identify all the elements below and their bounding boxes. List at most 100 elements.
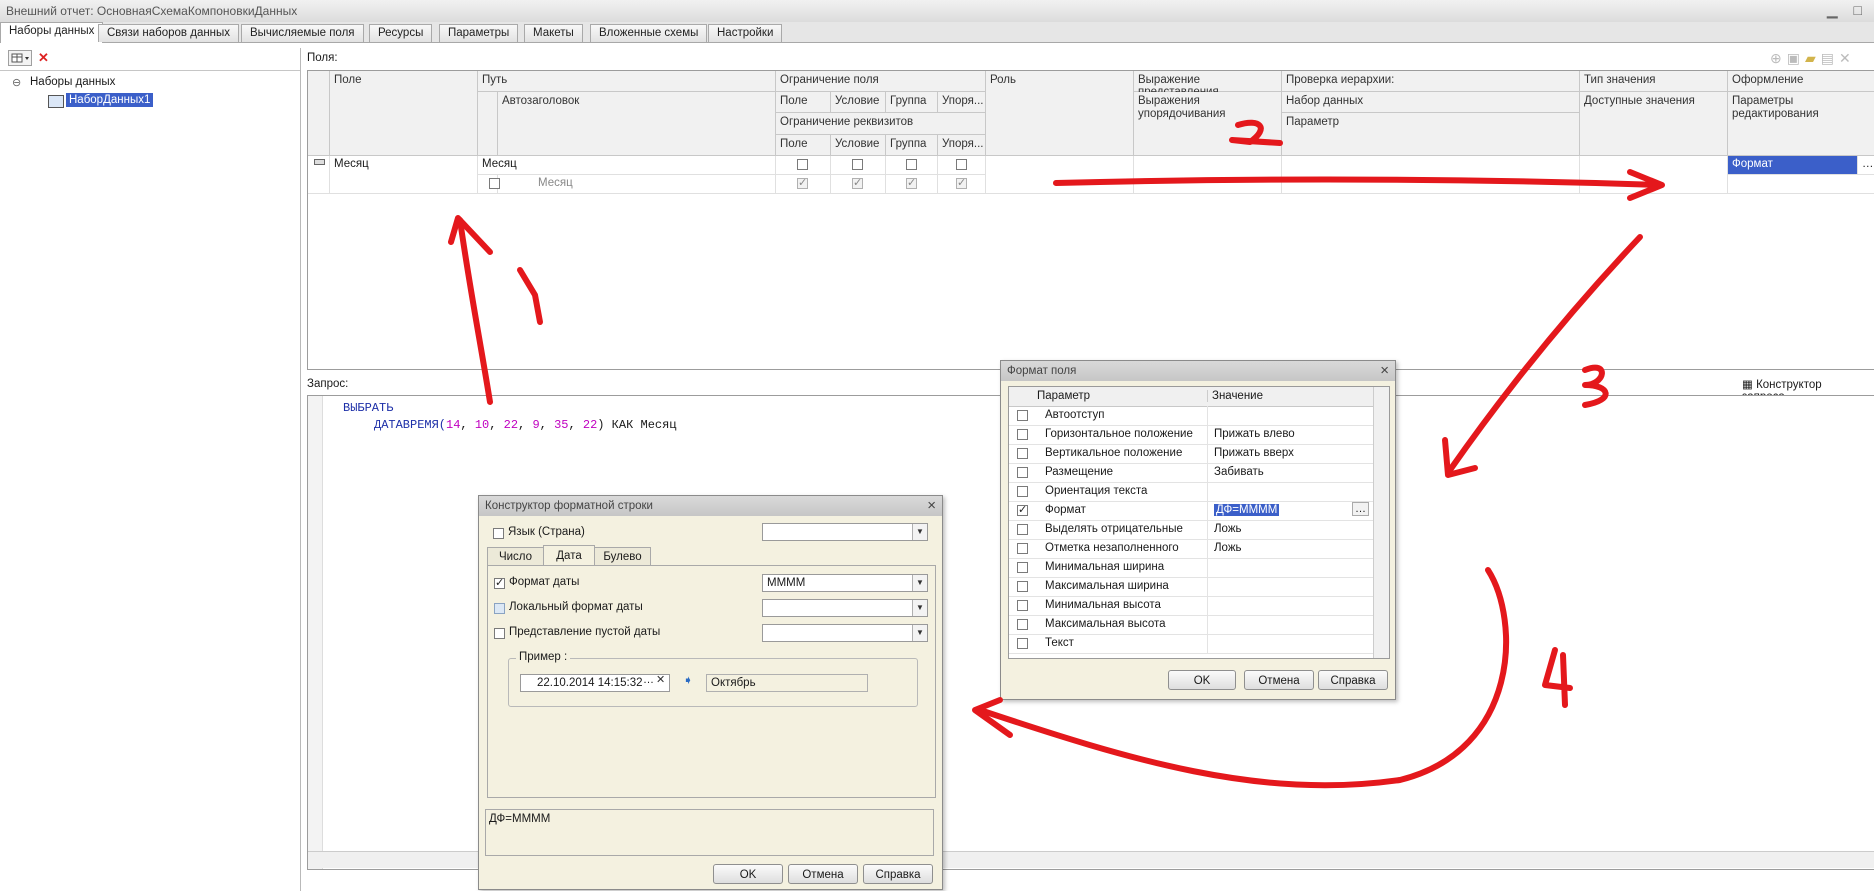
language-checkbox[interactable] [493, 528, 504, 539]
role-cell[interactable] [986, 156, 1134, 194]
clear-icon[interactable]: ✕ [656, 673, 665, 686]
col-fr-condition[interactable]: Условие [831, 92, 886, 113]
param-row[interactable]: Максимальная ширина [1009, 577, 1373, 597]
path-cell[interactable]: Месяц [478, 156, 776, 175]
col-path[interactable]: Путь [478, 71, 776, 92]
param-value[interactable]: Прижать вверх [1214, 447, 1294, 459]
col-role[interactable]: Роль [986, 71, 1134, 156]
ellipsis-button[interactable]: … [643, 674, 654, 686]
delete-icon[interactable]: ✕ [38, 50, 49, 66]
format-cell[interactable]: Формат [1728, 156, 1858, 175]
param-value[interactable]: ДФ=ММММ [1214, 504, 1280, 516]
param-value[interactable]: Ложь [1214, 542, 1242, 554]
field-cell[interactable]: Месяц [330, 156, 478, 194]
autotitle-cell[interactable]: Месяц [498, 175, 776, 194]
tree-item-dataset1[interactable]: НаборДанных1 [66, 93, 154, 107]
tree-root[interactable]: Наборы данных [30, 76, 115, 88]
tab-parameters[interactable]: Параметры [439, 24, 519, 42]
local-format-checkbox[interactable] [494, 603, 505, 614]
fr-field-checkbox[interactable] [797, 159, 808, 170]
tab-layouts[interactable]: Макеты [524, 24, 583, 42]
format-cell-2[interactable] [1728, 175, 1874, 194]
col-param[interactable]: Параметр [1037, 390, 1090, 402]
col-parameter[interactable]: Параметр [1282, 113, 1580, 156]
param-row[interactable]: ФорматДФ=ММММ… [1009, 501, 1373, 521]
empty-date-select[interactable]: ▼ [762, 624, 928, 642]
param-checkbox[interactable] [1017, 448, 1028, 459]
fr-group-cell[interactable] [886, 156, 938, 175]
ar-group-cell[interactable] [886, 175, 938, 194]
folder-icon[interactable]: ▰ [1805, 50, 1821, 66]
close-icon[interactable]: × [927, 497, 936, 514]
cancel-button[interactable]: Отмена [788, 864, 858, 884]
collapse-icon[interactable]: ⊖ [12, 76, 21, 89]
param-checkbox[interactable] [1017, 581, 1028, 592]
col-fr-order[interactable]: Упоря... [938, 92, 986, 113]
help-button[interactable]: Справка [863, 864, 933, 884]
param-checkbox[interactable] [1017, 524, 1028, 535]
ellipsis-button[interactable]: … [1352, 502, 1369, 516]
col-ar-order[interactable]: Упоря... [938, 135, 986, 156]
ar-field-cell[interactable] [776, 175, 831, 194]
col-appearance[interactable]: Оформление [1728, 71, 1874, 92]
language-select[interactable]: ▼ [762, 523, 928, 541]
fr-condition-cell[interactable] [831, 156, 886, 175]
ar-condition-cell[interactable] [831, 175, 886, 194]
param-checkbox[interactable] [1017, 429, 1028, 440]
param-row[interactable]: Выделять отрицательные Ложь [1009, 520, 1373, 540]
add-dataset-button[interactable] [8, 50, 32, 66]
param-row[interactable]: Размещение Забивать [1009, 463, 1373, 483]
param-row[interactable]: Автоотступ [1009, 406, 1373, 426]
help-button[interactable]: Справка [1318, 670, 1388, 690]
date-format-select[interactable]: ММММ ▼ [762, 574, 928, 592]
param-row[interactable]: Отметка незаполненного Ложь [1009, 539, 1373, 559]
tab-dataset-links[interactable]: Связи наборов данных [98, 24, 240, 42]
value-type-cell[interactable] [1580, 156, 1728, 194]
col-order-expr[interactable]: Выражения упорядочивания [1134, 92, 1282, 156]
col-available-values[interactable]: Доступные значения [1580, 92, 1728, 156]
param-checkbox[interactable] [1017, 562, 1028, 573]
cancel-button[interactable]: Отмена [1244, 670, 1314, 690]
param-checkbox[interactable] [1017, 503, 1028, 516]
param-checkbox[interactable] [1017, 486, 1028, 497]
param-row[interactable]: Вертикальное положение Прижать вверх [1009, 444, 1373, 464]
fr-order-cell[interactable] [938, 156, 986, 175]
close-icon[interactable]: × [1380, 362, 1389, 379]
fr-group-checkbox[interactable] [906, 159, 917, 170]
ok-button[interactable]: OK [713, 864, 783, 884]
col-ar-group[interactable]: Группа [886, 135, 938, 156]
col-value-type[interactable]: Тип значения [1580, 71, 1728, 92]
close-icon[interactable]: ✕ [1839, 50, 1856, 66]
ar-condition-checkbox[interactable] [852, 176, 863, 189]
param-row[interactable]: Текст [1009, 634, 1373, 654]
col-dataset[interactable]: Набор данных [1282, 92, 1580, 113]
param-checkbox[interactable] [1017, 600, 1028, 611]
col-fr-group[interactable]: Группа [886, 92, 938, 113]
tab-boolean[interactable]: Булево [594, 547, 651, 566]
ar-field-checkbox[interactable] [797, 176, 808, 189]
ar-order-checkbox[interactable] [956, 176, 967, 189]
autotitle-check-cell[interactable] [478, 175, 500, 194]
add-icon[interactable]: ⊕ [1770, 50, 1787, 66]
format-ellipsis-button[interactable]: … [1858, 156, 1874, 175]
local-format-select[interactable]: ▼ [762, 599, 928, 617]
move-icon[interactable]: ▤ [1821, 50, 1839, 66]
param-checkbox[interactable] [1017, 467, 1028, 478]
copy-icon[interactable]: ▣ [1787, 50, 1805, 66]
param-row[interactable]: Максимальная высота [1009, 615, 1373, 635]
window-controls[interactable]: ▁ □ [1827, 2, 1868, 19]
tab-date[interactable]: Дата [543, 545, 595, 566]
col-presentation-expr[interactable]: Выражение представления [1134, 71, 1282, 98]
col-ar-field[interactable]: Поле [776, 135, 831, 156]
fr-condition-checkbox[interactable] [852, 159, 863, 170]
tab-resources[interactable]: Ресурсы [369, 24, 433, 42]
param-row[interactable]: Горизонтальное положение Прижать влево [1009, 425, 1373, 445]
ar-order-cell[interactable] [938, 175, 986, 194]
col-attr-restriction[interactable]: Ограничение реквизитов [776, 113, 986, 135]
ar-group-checkbox[interactable] [906, 176, 917, 189]
col-field-restriction[interactable]: Ограничение поля [776, 71, 986, 92]
col-value[interactable]: Значение [1207, 390, 1263, 402]
tab-datasets[interactable]: Наборы данных [0, 22, 104, 43]
col-autotitle[interactable]: Автозаголовок [498, 92, 776, 156]
param-row[interactable]: Ориентация текста [1009, 482, 1373, 502]
